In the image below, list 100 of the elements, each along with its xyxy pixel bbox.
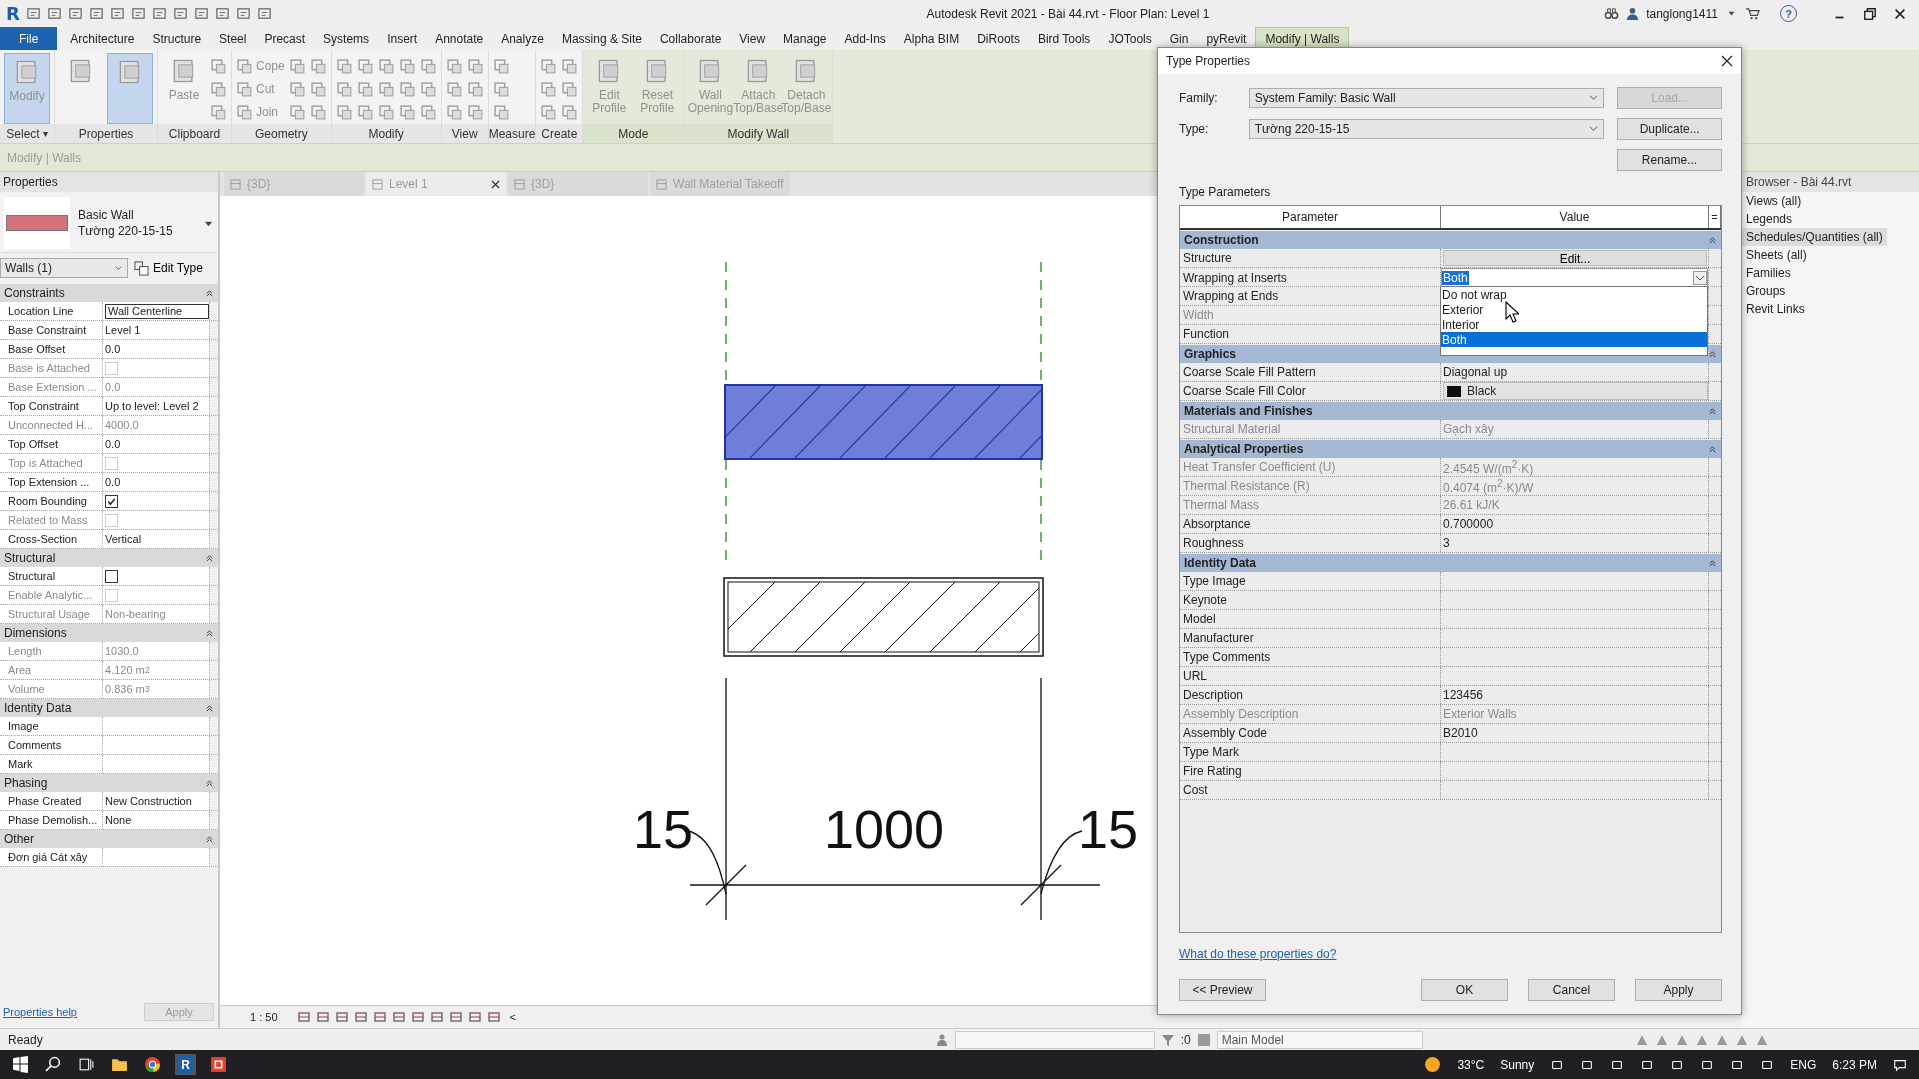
ok-button[interactable]: OK [1421, 979, 1508, 1001]
collapse-icon[interactable] [205, 778, 214, 788]
toolbar-icon[interactable] [256, 6, 272, 21]
task-view-icon[interactable] [78, 1056, 95, 1073]
toolbar-icon[interactable] [151, 6, 167, 21]
type-selector[interactable]: Basic Wall Tường 220-15-15 [0, 194, 218, 253]
group-header[interactable]: Construction [1180, 231, 1721, 249]
dropdown-option[interactable]: Both [1441, 332, 1707, 347]
browser-item[interactable]: Legends [1742, 210, 1797, 228]
collapse-icon[interactable] [1708, 235, 1717, 245]
collapse-icon[interactable] [1708, 406, 1717, 416]
toolbar-icon[interactable] [193, 6, 209, 21]
ribbon-tab[interactable]: Add-Ins [835, 27, 895, 50]
collapse-icon[interactable] [1708, 558, 1717, 568]
browser-icon[interactable] [144, 1056, 161, 1073]
scale-label[interactable]: 1 : 50 [250, 1011, 278, 1023]
edit-type-button[interactable]: Edit Type [134, 260, 203, 276]
caret-icon[interactable]: ▾ [42, 128, 48, 139]
model-dropdown[interactable]: Main Model [1216, 1030, 1423, 1049]
ribbon-tab[interactable]: Collaborate [650, 27, 731, 50]
toolbar-icon[interactable] [46, 6, 62, 21]
preview-button[interactable]: << Preview [1179, 979, 1266, 1001]
view-control-icon[interactable] [372, 1010, 387, 1024]
view-control-icon[interactable] [334, 1010, 349, 1024]
ribbon-tab[interactable]: DiRoots [968, 27, 1029, 50]
edit-button[interactable]: Edit... [1443, 250, 1707, 266]
weather-text[interactable]: Sunny [1500, 1057, 1535, 1072]
collapse-icon[interactable] [205, 628, 214, 638]
worksets-icon[interactable] [934, 1032, 949, 1047]
ribbon-button[interactable] [107, 53, 153, 124]
app-logo[interactable]: R [6, 3, 20, 24]
toolbar-icon[interactable] [214, 6, 230, 21]
group-header[interactable]: Analytical Properties [1180, 440, 1721, 458]
ribbon-tab[interactable]: Architecture [61, 27, 144, 50]
dropdown-option[interactable]: Do not wrap [1441, 287, 1707, 302]
notification-icon[interactable] [1893, 1057, 1907, 1072]
collapse-icon[interactable] [205, 553, 214, 563]
apply-button[interactable]: Apply [1635, 979, 1722, 1001]
ribbon-tab[interactable]: Manage [774, 27, 836, 50]
type-dropdown[interactable]: Tường 220-15-15 [1248, 118, 1605, 139]
dimension-text[interactable]: 1000 [823, 799, 945, 859]
ribbon-tab[interactable]: Systems [314, 27, 379, 50]
language-indicator[interactable]: ENG [1790, 1057, 1817, 1072]
toolbar-icon[interactable] [172, 6, 188, 21]
checkbox[interactable] [105, 569, 118, 583]
group-header[interactable]: Dimensions [0, 624, 218, 642]
value-field[interactable]: Wall Centerline [105, 303, 209, 319]
dropdown-option[interactable]: Interior [1441, 317, 1707, 332]
column-header[interactable]: Value [1441, 206, 1709, 228]
view-control-icon[interactable] [429, 1010, 444, 1024]
browser-item[interactable]: Families [1742, 264, 1795, 282]
group-header[interactable]: Identity Data [0, 699, 218, 717]
toolbar-icon[interactable] [67, 6, 83, 21]
group-header[interactable]: Other [0, 830, 218, 848]
rename-button[interactable]: Rename... [1617, 148, 1722, 171]
caret-icon[interactable] [1693, 270, 1707, 285]
user-name[interactable]: tanglong1411 [1646, 6, 1718, 21]
user-icon[interactable] [1625, 6, 1641, 21]
color-button[interactable]: Black [1443, 382, 1708, 400]
browser-item[interactable]: Groups [1742, 282, 1790, 300]
collapse-icon[interactable] [205, 834, 214, 844]
wall-drawing[interactable] [723, 577, 1044, 657]
close-icon[interactable] [491, 179, 500, 189]
view-control-icon[interactable] [448, 1010, 463, 1024]
group-header[interactable]: Constraints [0, 284, 218, 302]
view-control-icon[interactable] [315, 1010, 330, 1024]
browser-item[interactable]: Schedules/Quantities (all) [1742, 228, 1887, 246]
ribbon-tab[interactable]: Alpha BIM [894, 27, 969, 50]
view-control-icon[interactable] [353, 1010, 368, 1024]
ribbon-tab[interactable]: Massing & Site [552, 27, 651, 50]
close-icon[interactable] [1893, 6, 1907, 21]
duplicate-button[interactable]: Duplicate... [1617, 117, 1722, 140]
dropdown-option[interactable]: Exterior [1441, 302, 1707, 317]
help-link[interactable]: What do these properties do? [1179, 947, 1337, 961]
group-header[interactable]: Materials and Finishes [1180, 402, 1721, 420]
toolbar-icon[interactable] [109, 6, 125, 21]
search-icon[interactable] [45, 1056, 62, 1073]
view-control-icon[interactable] [296, 1010, 311, 1024]
ribbon-tab[interactable]: Gin [1160, 27, 1198, 50]
ribbon-tab[interactable]: Annotate [426, 27, 493, 50]
group-header[interactable]: Phasing [0, 774, 218, 792]
view-control-icon[interactable] [467, 1010, 482, 1024]
view-control-icon[interactable] [391, 1010, 406, 1024]
collapse-icon[interactable] [1708, 349, 1717, 359]
clock[interactable]: 6:23 PM [1832, 1057, 1877, 1072]
browser-item[interactable]: Sheets (all) [1742, 246, 1811, 264]
group-header[interactable]: Structural [0, 549, 218, 567]
design-options-icon[interactable] [1196, 1032, 1211, 1047]
selected-wall-drawing[interactable] [724, 384, 1043, 460]
start-icon[interactable] [12, 1056, 29, 1073]
temperature[interactable]: 33°C [1457, 1057, 1485, 1072]
column-header[interactable]: = [1709, 206, 1721, 228]
ribbon-tab[interactable]: Precast [255, 27, 315, 50]
cart-icon[interactable] [1745, 6, 1760, 21]
ribbon-tab[interactable]: Structure [143, 27, 211, 50]
view-control-icon[interactable] [410, 1010, 425, 1024]
browser-item[interactable]: Views (all) [1742, 192, 1806, 210]
cancel-button[interactable]: Cancel [1528, 979, 1615, 1001]
sun-icon[interactable] [1424, 1056, 1442, 1073]
revit-taskbar-button[interactable]: R [177, 1056, 194, 1073]
